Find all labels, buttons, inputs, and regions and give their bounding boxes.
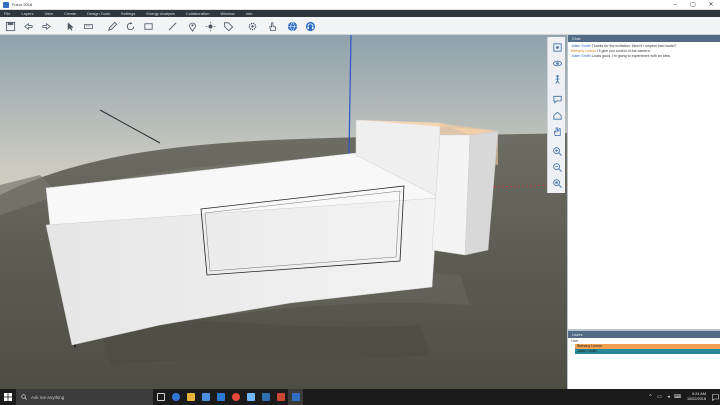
clock[interactable]: 9:24 AM 10/22/2018 bbox=[682, 392, 711, 402]
chat-text: Thanks for the invitation. Mind if I ins… bbox=[591, 44, 677, 48]
chat-message: Julien Smith Looks good. I'm going to ex… bbox=[571, 54, 717, 59]
notifications-icon[interactable] bbox=[711, 389, 720, 405]
file-explorer-icon[interactable] bbox=[183, 389, 198, 405]
user-row-julien[interactable]: Julien Smith bbox=[575, 349, 720, 354]
edge-icon[interactable] bbox=[168, 389, 183, 405]
headset-icon[interactable] bbox=[304, 20, 316, 32]
navigation-toolbar bbox=[547, 37, 565, 193]
main-toolbar bbox=[0, 17, 720, 35]
chevron-up-icon[interactable]: ^ bbox=[646, 394, 655, 400]
search-icon bbox=[21, 394, 27, 400]
users-header: Users bbox=[568, 331, 720, 338]
menu-view[interactable]: View bbox=[44, 11, 53, 16]
fuzor-icon[interactable] bbox=[288, 389, 303, 405]
measure-icon[interactable] bbox=[82, 20, 94, 32]
orbit-icon[interactable] bbox=[550, 56, 564, 70]
rectangle-icon[interactable] bbox=[142, 20, 154, 32]
sketchup-icon[interactable] bbox=[273, 389, 288, 405]
menu-design-tools[interactable]: Design Tools bbox=[87, 11, 110, 16]
app-logo-icon bbox=[3, 1, 9, 8]
settings-gear-icon[interactable] bbox=[246, 20, 258, 32]
mail-icon[interactable] bbox=[213, 389, 228, 405]
undo-icon[interactable] bbox=[22, 20, 34, 32]
store-icon[interactable] bbox=[198, 389, 213, 405]
maximize-icon[interactable]: ▢ bbox=[684, 0, 702, 10]
chat-text: Looks good. I'm going to experiment with… bbox=[591, 54, 671, 58]
globe-icon[interactable] bbox=[286, 20, 298, 32]
menu-file[interactable]: File bbox=[4, 11, 10, 16]
chat-panel: Chat Julien Smith Thanks for the invitat… bbox=[567, 35, 720, 329]
3d-viewport[interactable] bbox=[0, 35, 567, 389]
location-pin-icon[interactable] bbox=[186, 20, 198, 32]
sun-icon[interactable] bbox=[204, 20, 216, 32]
keyboard-icon[interactable]: ⌨ bbox=[673, 394, 682, 400]
tag-icon[interactable] bbox=[222, 20, 234, 32]
zoom-in-icon[interactable] bbox=[550, 144, 564, 158]
chat-author: Julien Smith bbox=[571, 54, 591, 58]
menu-create[interactable]: Create bbox=[64, 11, 76, 16]
network-icon[interactable]: ▭ bbox=[655, 394, 664, 400]
taskbar-search[interactable]: Ask me anything bbox=[16, 389, 153, 405]
start-windows-icon[interactable] bbox=[0, 389, 16, 405]
home-view-icon[interactable] bbox=[550, 108, 564, 122]
menu-bar: File Layers View Create Design Tools Set… bbox=[0, 10, 720, 17]
zoom-out-icon[interactable] bbox=[550, 160, 564, 174]
search-placeholder: Ask me anything bbox=[31, 394, 65, 400]
menu-energy-analysis[interactable]: Energy Analysis bbox=[146, 11, 174, 16]
chat-messages: Julien Smith Thanks for the invitation. … bbox=[568, 42, 720, 61]
menu-info[interactable]: Info bbox=[246, 11, 253, 16]
menu-settings[interactable]: Settings bbox=[121, 11, 135, 16]
close-icon[interactable]: ✕ bbox=[702, 0, 720, 10]
chat-bubble-icon[interactable] bbox=[550, 92, 564, 106]
task-view-icon[interactable] bbox=[153, 389, 168, 405]
chat-header: Chat bbox=[568, 35, 720, 42]
redo-icon[interactable] bbox=[40, 20, 52, 32]
chat-author: Julien Smith bbox=[571, 44, 591, 48]
window-title: Fuzor 2018 bbox=[12, 2, 33, 7]
chat-author: Bethany Lemon bbox=[571, 49, 597, 53]
windows-taskbar: Ask me anything ^ ▭ ◂ ⌨ 9:24 AM 10/22/20… bbox=[0, 389, 720, 405]
revit-icon[interactable] bbox=[258, 389, 273, 405]
fit-view-icon[interactable] bbox=[550, 176, 564, 190]
rotate-icon[interactable] bbox=[124, 20, 136, 32]
scene-render bbox=[0, 35, 567, 389]
menu-collaboration[interactable]: Collaboration bbox=[186, 11, 210, 16]
zoom-extents-icon[interactable] bbox=[550, 40, 564, 54]
system-tray: ^ ▭ ◂ ⌨ 9:24 AM 10/22/2018 bbox=[646, 389, 720, 405]
photos-icon[interactable] bbox=[243, 389, 258, 405]
volume-icon[interactable]: ◂ bbox=[664, 394, 673, 400]
pan-hand-icon[interactable] bbox=[550, 124, 564, 138]
save-icon[interactable] bbox=[4, 20, 16, 32]
pencil-icon[interactable] bbox=[106, 20, 118, 32]
menu-window[interactable]: Window bbox=[220, 11, 234, 16]
chat-text: I'll give you control of the camera. bbox=[597, 49, 651, 53]
chrome-icon[interactable] bbox=[228, 389, 243, 405]
hand-pointer-icon[interactable] bbox=[266, 20, 278, 32]
title-bar: Fuzor 2018 – ▢ ✕ bbox=[0, 0, 720, 10]
line-icon[interactable] bbox=[166, 20, 178, 32]
users-panel: Users User Bethany Lemon Julien Smith bbox=[567, 329, 720, 389]
minimize-icon[interactable]: – bbox=[666, 0, 684, 10]
clock-date: 10/22/2018 bbox=[686, 397, 706, 401]
menu-layers[interactable]: Layers bbox=[21, 11, 33, 16]
walk-icon[interactable] bbox=[550, 72, 564, 86]
select-cursor-icon[interactable] bbox=[64, 20, 76, 32]
